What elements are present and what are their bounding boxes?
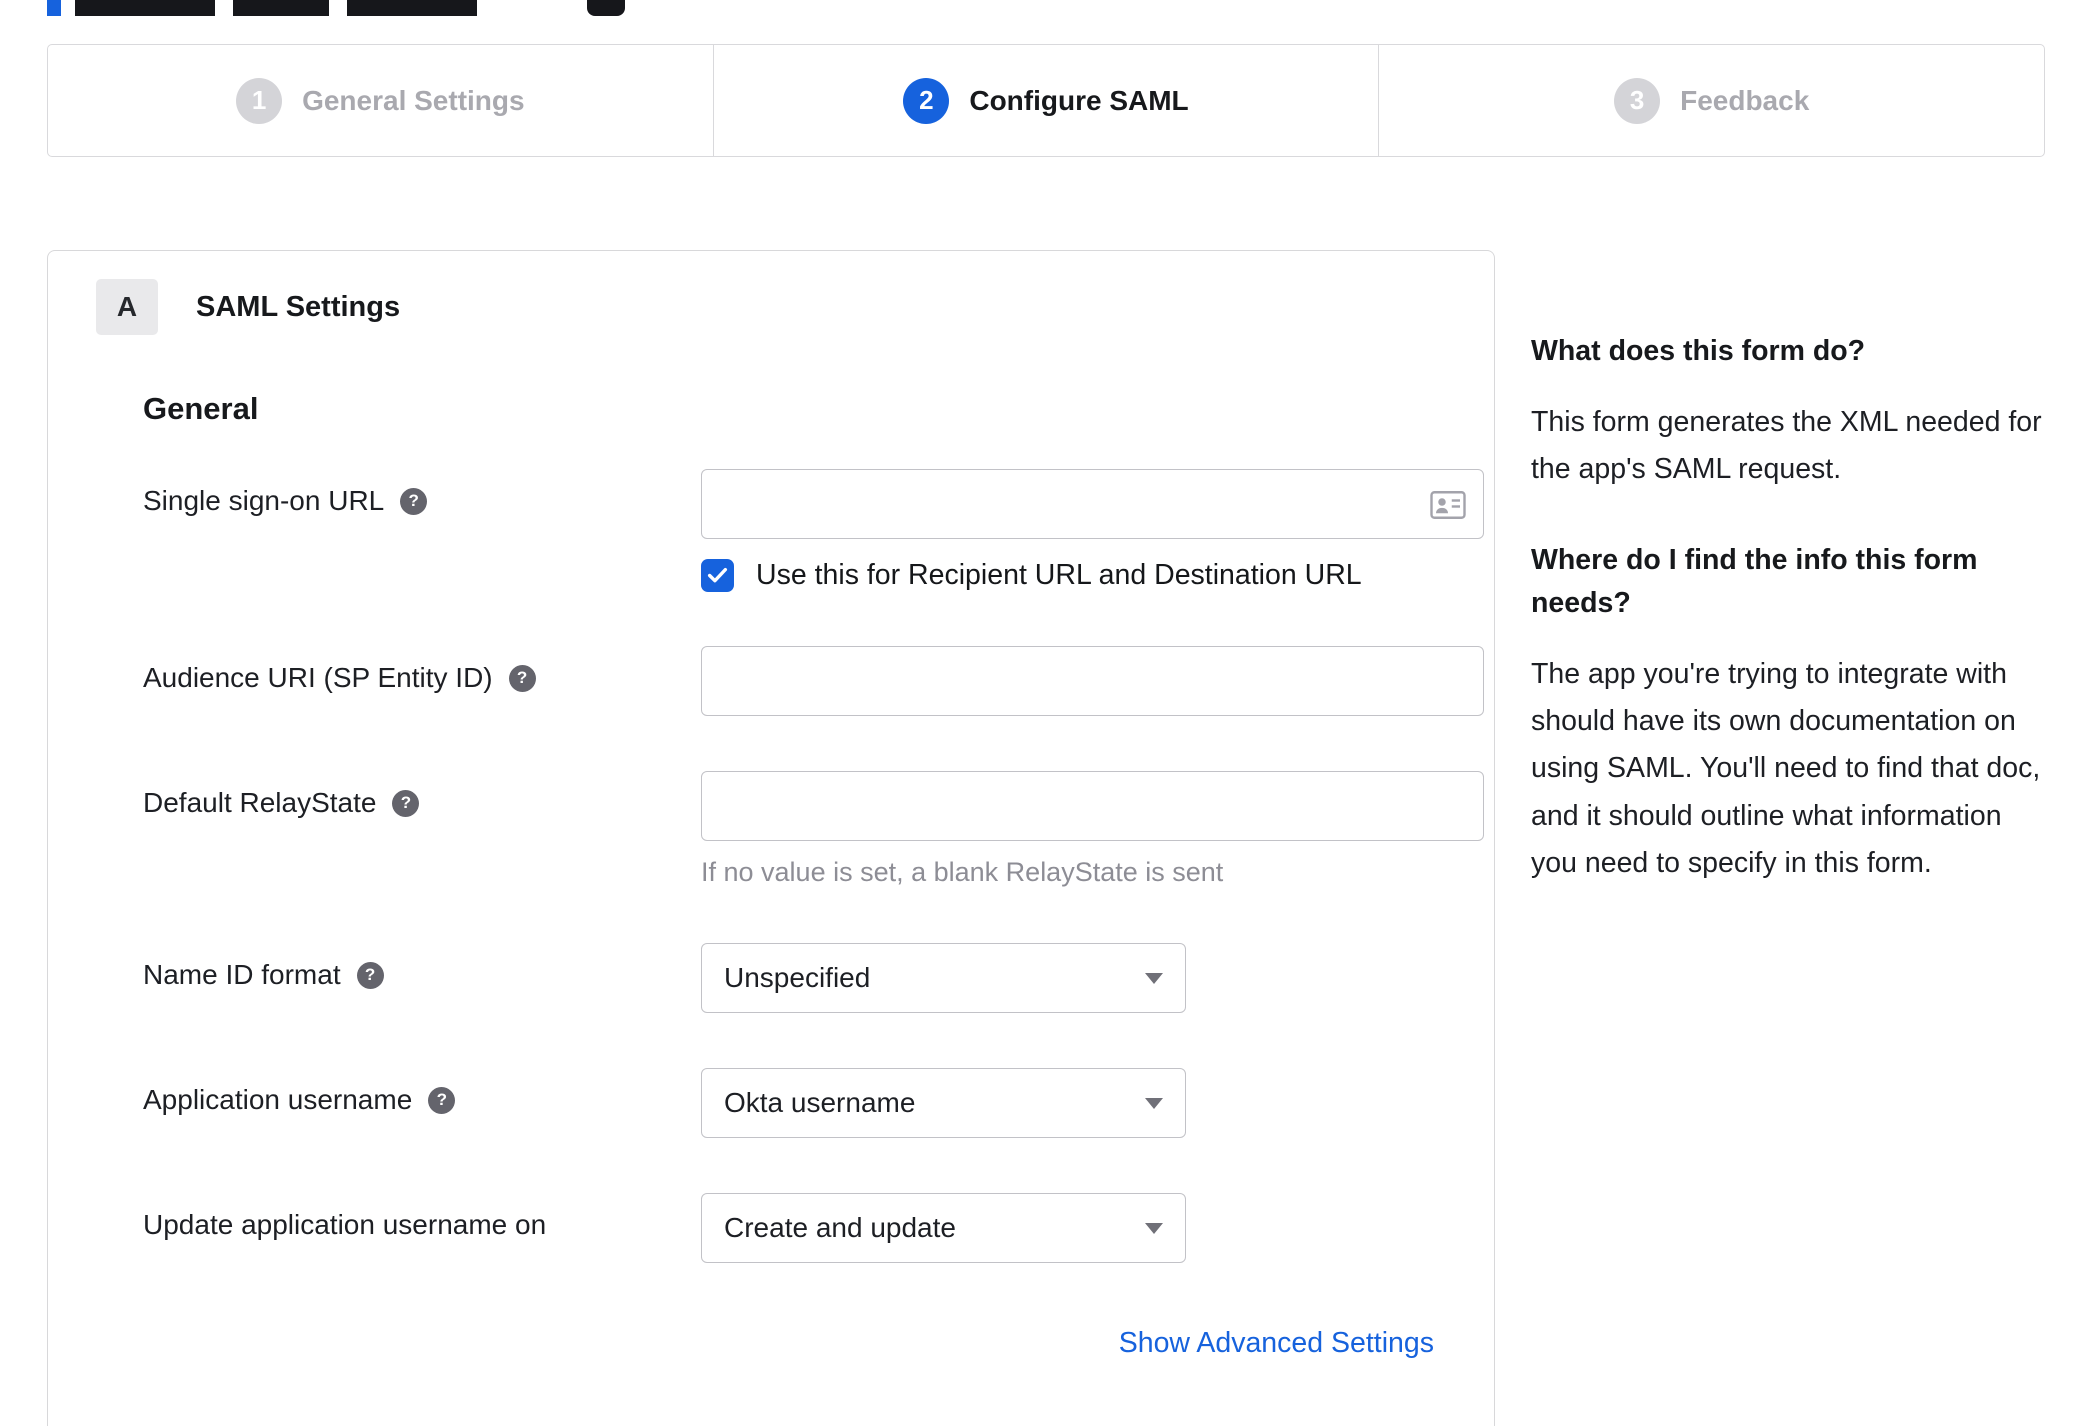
wizard-stepper: 1 General Settings 2 Configure SAML 3 Fe… xyxy=(47,44,2045,157)
name-id-format-label-wrap: Name ID format ? xyxy=(143,943,701,991)
chevron-down-icon xyxy=(1145,1222,1163,1234)
update-username-label: Update application username on xyxy=(143,1209,547,1240)
audience-uri-input[interactable] xyxy=(701,646,1484,716)
step-configure-saml[interactable]: 2 Configure SAML xyxy=(712,45,1379,156)
field-row-audience-uri: Audience URI (SP Entity ID) ? xyxy=(143,646,1484,716)
app-username-select[interactable]: Okta username xyxy=(701,1068,1186,1138)
app-username-label: Application username xyxy=(143,1084,413,1115)
cropped-page-title xyxy=(47,0,2092,22)
name-id-format-value: Unspecified xyxy=(724,962,871,993)
audience-uri-label-wrap: Audience URI (SP Entity ID) ? xyxy=(143,646,701,694)
card-header: A SAML Settings xyxy=(96,279,1434,335)
field-row-relay-state: Default RelayState ? If no value is set,… xyxy=(143,771,1484,888)
step-1-badge: 1 xyxy=(236,77,283,124)
advanced-settings-row: Show Advanced Settings xyxy=(143,1327,1434,1360)
sso-url-label: Single sign-on URL xyxy=(143,485,385,516)
page-content: A SAML Settings General Single sign-on U… xyxy=(47,250,2045,1426)
sidebar-answer-2: The app you're trying to integrate with … xyxy=(1531,657,2041,880)
step-3-badge: 3 xyxy=(1614,77,1661,124)
help-sidebar: What does this form do? This form genera… xyxy=(1531,250,2045,933)
recipient-url-checkbox-label: Use this for Recipient URL and Destinati… xyxy=(756,559,1362,591)
update-username-value: Create and update xyxy=(724,1212,956,1243)
app-username-value: Okta username xyxy=(724,1087,916,1118)
relay-state-control: If no value is set, a blank RelayState i… xyxy=(701,771,1484,888)
help-icon[interactable]: ? xyxy=(400,487,428,515)
contact-card-icon[interactable] xyxy=(1430,490,1466,525)
step-3-label: Feedback xyxy=(1680,84,1810,116)
relay-state-input[interactable] xyxy=(701,771,1484,841)
cropped-title-fragment xyxy=(233,0,329,16)
sso-url-label-wrap: Single sign-on URL ? xyxy=(143,469,701,517)
chevron-down-icon xyxy=(1145,972,1163,984)
relay-state-helper-text: If no value is set, a blank RelayState i… xyxy=(701,857,1224,887)
name-id-format-select[interactable]: Unspecified xyxy=(701,943,1186,1013)
sidebar-answer-1: This form generates the XML needed for t… xyxy=(1531,405,2042,486)
group-title-general: General xyxy=(143,391,259,426)
relay-state-label: Default RelayState xyxy=(143,787,377,818)
step-2-badge: 2 xyxy=(903,77,950,124)
field-row-app-username: Application username ? Okta username xyxy=(143,1068,1434,1138)
section-title: SAML Settings xyxy=(196,290,401,323)
step-feedback[interactable]: 3 Feedback xyxy=(1378,45,2044,156)
saml-form: Single sign-on URL ? Use this for Recipi… xyxy=(143,469,1484,1360)
help-icon[interactable]: ? xyxy=(508,664,536,692)
relay-state-label-wrap: Default RelayState ? xyxy=(143,771,701,819)
recipient-url-checkbox-row: Use this for Recipient URL and Destinati… xyxy=(701,559,1484,592)
help-icon[interactable]: ? xyxy=(428,1086,456,1114)
recipient-url-checkbox[interactable] xyxy=(701,559,734,592)
cropped-title-fragment xyxy=(75,0,215,16)
sidebar-question-1: What does this form do? xyxy=(1531,335,1866,367)
sso-url-control: Use this for Recipient URL and Destinati… xyxy=(701,469,1484,592)
field-row-update-username: Update application username on Create an… xyxy=(143,1193,1434,1263)
help-icon[interactable]: ? xyxy=(392,789,420,817)
audience-uri-label: Audience URI (SP Entity ID) xyxy=(143,662,493,693)
show-advanced-settings-link[interactable]: Show Advanced Settings xyxy=(1119,1327,1434,1359)
step-general-settings[interactable]: 1 General Settings xyxy=(48,45,713,156)
update-username-label-wrap: Update application username on xyxy=(143,1193,701,1241)
cropped-title-fragment xyxy=(347,0,477,16)
cropped-gear-icon xyxy=(587,0,625,16)
chevron-down-icon xyxy=(1145,1097,1163,1109)
field-row-sso-url: Single sign-on URL ? Use this for Recipi… xyxy=(143,469,1484,592)
cropped-logo-fragment xyxy=(47,0,61,16)
step-1-label: General Settings xyxy=(302,84,525,116)
saml-settings-card: A SAML Settings General Single sign-on U… xyxy=(47,250,1495,1426)
update-username-select[interactable]: Create and update xyxy=(701,1193,1186,1263)
field-row-name-id-format: Name ID format ? Unspecified xyxy=(143,943,1434,1013)
section-a-badge: A xyxy=(96,279,158,335)
step-2-label: Configure SAML xyxy=(969,84,1189,116)
sso-url-input[interactable] xyxy=(701,469,1484,539)
app-username-label-wrap: Application username ? xyxy=(143,1068,701,1116)
help-icon[interactable]: ? xyxy=(356,961,384,989)
sidebar-question-2: Where do I find the info this form needs… xyxy=(1531,544,1978,620)
name-id-format-label: Name ID format xyxy=(143,959,341,990)
